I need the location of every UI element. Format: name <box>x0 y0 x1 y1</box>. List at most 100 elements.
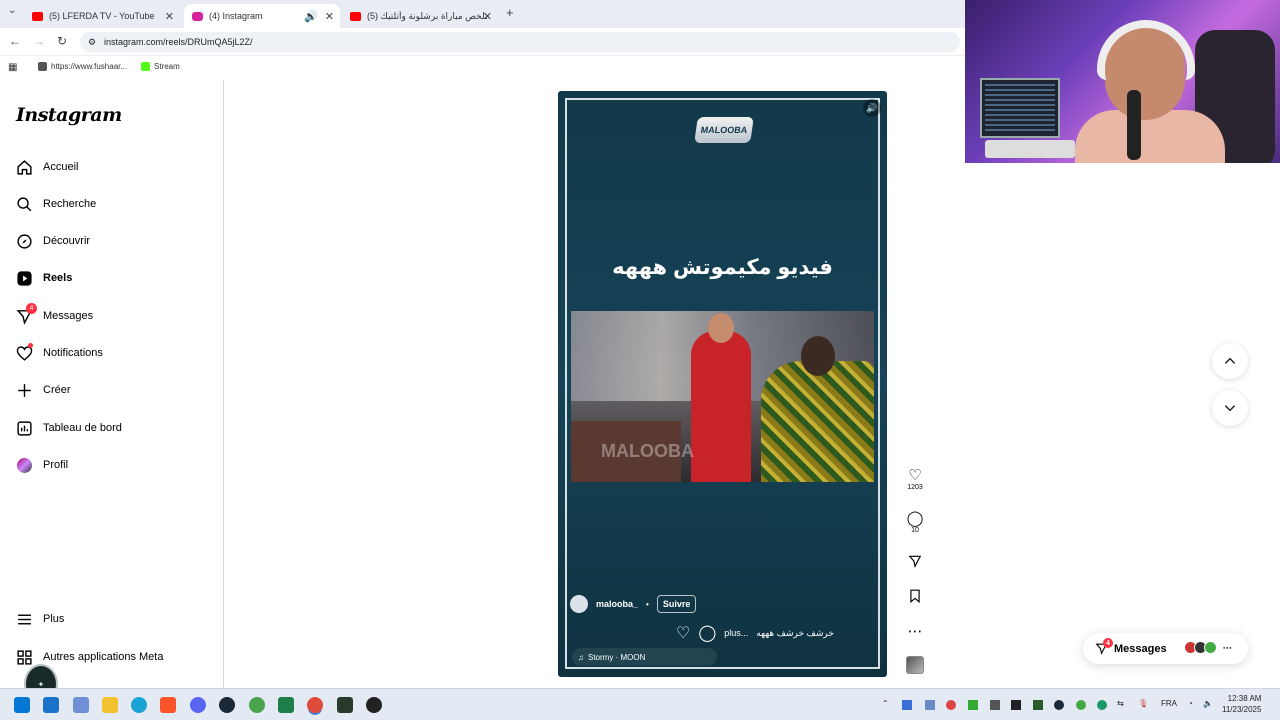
forward-icon[interactable]: → <box>33 34 45 48</box>
kick-icon <box>141 62 150 71</box>
sidebar-item-messages[interactable]: 4 Messages <box>16 302 206 328</box>
tray-app-icon[interactable] <box>946 700 956 710</box>
plus-icon <box>16 382 33 399</box>
save-action[interactable] <box>903 589 927 607</box>
heart-outline-icon[interactable]: ♡ <box>676 623 690 643</box>
youtube-icon <box>32 11 43 21</box>
sidebar-item-reels[interactable]: Reels <box>16 266 206 290</box>
tray-app-icon[interactable] <box>1076 700 1086 710</box>
tray-app-icon[interactable] <box>1033 700 1043 710</box>
messages-badge: 4 <box>1103 638 1113 648</box>
brave-icon[interactable] <box>160 697 176 713</box>
sidebar-item-label: Créer <box>43 384 71 396</box>
headphones <box>1097 20 1195 80</box>
reel-video[interactable]: MALOOBA 🔊 فيديو مكيموتش هههه MALOOBA mal… <box>558 91 887 677</box>
widgets-icon[interactable] <box>43 697 59 713</box>
comment-action[interactable]: ◯ 10 <box>903 511 927 535</box>
notification-dot <box>28 342 33 348</box>
terminal-icon[interactable] <box>337 697 353 713</box>
sidebar-item-label: Autres applications Meta <box>43 651 164 663</box>
sidebar-item-plus[interactable]: Plus <box>16 607 206 631</box>
bookmark-fushaar[interactable]: https://www.fushaar... <box>38 62 127 71</box>
site-info-icon[interactable]: ⚙ <box>88 37 96 48</box>
tab-instagram[interactable]: (4) Instagram 🔊 ✕ <box>184 4 340 28</box>
instagram-logo[interactable]: Instagram <box>16 104 122 126</box>
address-bar[interactable]: ⚙ instagram.com/reels/DRUmQA5jL2Z/ <box>80 32 960 52</box>
tab-list-chevron-icon[interactable]: ⌄ <box>8 5 16 16</box>
sidebar-item-tableau-de-bord[interactable]: Tableau de bord <box>16 416 206 440</box>
obs-icon[interactable] <box>366 697 382 713</box>
windows-start-icon[interactable] <box>14 697 30 713</box>
author-avatar[interactable] <box>570 595 588 613</box>
chevron-up-icon <box>1224 357 1236 364</box>
sidebar-item-profil[interactable]: Profil <box>16 453 206 477</box>
send-icon[interactable] <box>903 554 927 572</box>
like-count: 1203 <box>907 484 923 491</box>
chrome-icon[interactable] <box>307 697 323 713</box>
sidebar-item-label: Messages <box>43 310 94 322</box>
caption-more[interactable]: plus... <box>724 628 748 638</box>
tab-youtube-2[interactable]: (5) ملخص مباراة برشلونة وأتلتيك... ✕ <box>342 4 498 28</box>
audio-track[interactable]: ♫ Stormy · MOON <box>572 648 717 666</box>
new-tab-icon[interactable]: + <box>506 5 514 20</box>
audio-label: Stormy · MOON <box>588 652 646 662</box>
sidebar-item-notifications[interactable]: Notifications <box>16 341 206 365</box>
app-icon[interactable] <box>249 697 265 713</box>
home-icon <box>16 159 33 176</box>
follow-button[interactable]: Suivre <box>656 595 697 613</box>
steam-icon[interactable] <box>219 697 235 713</box>
bookmark-stream[interactable]: Stream <box>141 62 180 71</box>
discord-icon[interactable] <box>190 697 206 713</box>
share-action[interactable] <box>903 554 927 572</box>
speaker-icon[interactable]: 🔊 <box>304 10 318 23</box>
wifi-icon[interactable]: ◔ <box>1188 699 1193 708</box>
file-explorer-icon[interactable] <box>102 697 118 713</box>
tab-youtube[interactable]: (5) LFERDA TV - YouTube ✕ <box>24 4 180 28</box>
messages-pill[interactable]: 4 Messages ⋯ <box>1083 633 1248 664</box>
youtube-icon <box>350 11 361 21</box>
heart-icon[interactable]: ♡ <box>903 468 927 484</box>
tray-app-icon[interactable] <box>925 700 935 710</box>
system-clock[interactable]: 12:38 AM 11/23/2025 <box>1222 693 1261 715</box>
microphone-icon[interactable]: 🎙 <box>1138 699 1148 708</box>
tray-steam-icon[interactable] <box>1054 700 1064 710</box>
comment-icon[interactable]: ◯ <box>698 623 716 643</box>
sidebar-item-accueil[interactable]: Accueil <box>16 155 206 179</box>
more-dots-icon[interactable]: ⋯ <box>903 624 927 640</box>
task-icon[interactable] <box>73 697 89 713</box>
sidebar-item-decouvrir[interactable]: Découvrir <box>16 229 206 253</box>
sidebar-item-recherche[interactable]: Recherche <box>16 192 206 216</box>
reload-icon[interactable]: ↻ <box>57 34 67 48</box>
close-tab-icon[interactable]: ✕ <box>165 10 174 23</box>
edge-icon[interactable] <box>131 697 147 713</box>
tray-app-icon[interactable] <box>1097 700 1107 710</box>
network-icon[interactable]: ⇆ <box>1117 699 1124 708</box>
author-username[interactable]: malooba_ <box>596 599 638 609</box>
sidebar-item-creer[interactable]: Créer <box>16 378 206 402</box>
apps-icon[interactable]: ▦ <box>8 62 17 73</box>
tray-app-icon[interactable] <box>990 700 1000 710</box>
close-tab-icon[interactable]: ✕ <box>325 10 334 23</box>
close-tab-icon[interactable]: ✕ <box>483 10 492 23</box>
like-action[interactable]: ♡ 1203 <box>903 468 927 492</box>
bookmark-icon[interactable] <box>903 589 927 607</box>
tray-app-icon[interactable] <box>1011 700 1021 710</box>
sidebar-item-label: Profil <box>43 459 69 471</box>
url-text: instagram.com/reels/DRUmQA5jL2Z/ <box>104 37 253 47</box>
clock-time: 12:38 AM <box>1227 694 1262 703</box>
volume-icon[interactable]: 🔊 <box>863 99 881 117</box>
volume-icon[interactable]: 🔈 <box>1203 699 1213 708</box>
more-dots-icon: ⋯ <box>1222 643 1232 653</box>
next-reel-button[interactable] <box>1212 390 1248 426</box>
audio-thumb-icon[interactable] <box>906 656 924 674</box>
tray-app-icon[interactable] <box>902 700 912 710</box>
back-icon[interactable]: ← <box>9 34 21 48</box>
language-indicator[interactable]: FRA <box>1161 699 1177 708</box>
comment-icon[interactable]: ◯ <box>903 511 927 527</box>
audio-thumbnail[interactable] <box>903 656 927 674</box>
tray-app-icon[interactable] <box>968 700 978 710</box>
notepad-icon[interactable] <box>278 697 294 713</box>
more-action[interactable]: ⋯ <box>903 624 927 640</box>
previous-reel-button[interactable] <box>1212 343 1248 379</box>
tray-overflow-icon[interactable]: ⌃ <box>882 699 889 708</box>
